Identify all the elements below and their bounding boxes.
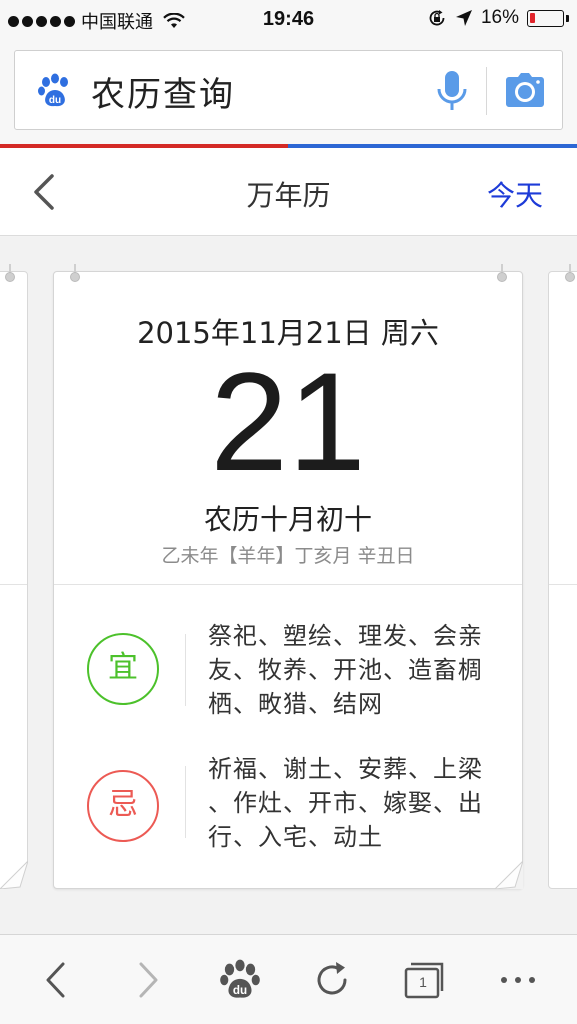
- svg-text:du: du: [49, 95, 61, 106]
- next-day-card[interactable]: [548, 264, 577, 889]
- today-button[interactable]: 今天: [487, 174, 543, 214]
- lunar-date: 农历十月初十: [203, 503, 372, 536]
- ji-line: 行、入宅、动土: [208, 823, 383, 851]
- baidu-home-button[interactable]: du: [218, 957, 262, 1003]
- day-number: 21: [210, 343, 366, 500]
- microphone-icon[interactable]: [435, 69, 469, 113]
- yi-line: 栖、畋猎、结网: [208, 690, 383, 718]
- more-icon: [501, 977, 535, 983]
- browser-back-button[interactable]: [34, 957, 78, 1003]
- ji-line: 、作灶、开市、嫁娶、出: [208, 789, 483, 817]
- svg-text:du: du: [233, 984, 247, 997]
- baidu-home-icon: du: [220, 959, 260, 998]
- status-right: 16%: [427, 7, 569, 29]
- forward-icon: [139, 962, 158, 998]
- search-area: du 农历查询: [0, 38, 577, 144]
- page-curl-icon: [0, 861, 28, 889]
- ganzhi-date: 乙未年【羊年】丁亥月 辛丑日: [161, 545, 415, 567]
- yi-badge: 宜: [87, 633, 159, 705]
- refresh-button[interactable]: [310, 957, 354, 1003]
- yi-line: 友、牧养、开池、造畜椆: [208, 656, 483, 684]
- battery-percent: 16%: [480, 7, 519, 28]
- day-card: 2015年11月21日 周六 21 农历十月初十 乙未年【羊年】丁亥月 辛丑日 …: [53, 264, 523, 889]
- tab-count: 1: [419, 974, 427, 990]
- search-box[interactable]: du 农历查询: [14, 50, 563, 130]
- bottom-toolbar: du 1: [0, 934, 577, 1024]
- calendar-carousel[interactable]: 2015年11月21日 周六 21 农历十月初十 乙未年【羊年】丁亥月 辛丑日 …: [0, 237, 577, 934]
- more-button[interactable]: [496, 957, 540, 1003]
- ji-badge: 忌: [87, 770, 159, 842]
- refresh-icon: [317, 962, 347, 995]
- yi-line: 祭祀、塑绘、理发、会亲: [208, 622, 483, 650]
- tabs-button[interactable]: 1: [402, 957, 446, 1003]
- ji-activities: 祈福、谢土、安葬、上梁 、作灶、开市、嫁娶、出 行、入宅、动土: [208, 752, 494, 854]
- title-bar: 万年历 今天: [0, 148, 577, 236]
- camera-icon[interactable]: [505, 71, 545, 109]
- baidu-paw-icon: du: [38, 73, 68, 107]
- location-arrow-icon: [455, 10, 472, 26]
- back-icon: [46, 962, 65, 998]
- browser-forward-button[interactable]: [126, 957, 170, 1003]
- ji-line: 祈福、谢土、安葬、上梁: [208, 755, 483, 783]
- yi-divider: [185, 634, 186, 706]
- status-bar: 中国联通 19:46 16%: [0, 0, 577, 38]
- rotation-lock-icon: [429, 10, 445, 26]
- yi-activities: 祭祀、塑绘、理发、会亲 友、牧养、开池、造畜椆 栖、畋猎、结网: [208, 619, 494, 721]
- search-divider: [486, 67, 487, 115]
- page-curl-icon: [495, 861, 523, 889]
- previous-day-card[interactable]: [0, 264, 28, 889]
- search-query-text[interactable]: 农历查询: [91, 67, 235, 116]
- battery-icon: [527, 8, 569, 28]
- card-divider: [54, 584, 522, 585]
- ji-divider: [185, 766, 186, 838]
